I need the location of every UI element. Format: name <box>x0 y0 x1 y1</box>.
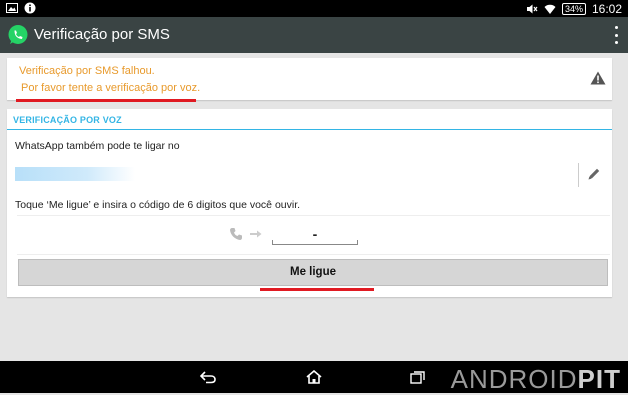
highlight-underline <box>16 99 196 102</box>
image-icon <box>6 3 18 13</box>
action-bar: Verificação por SMS <box>0 17 628 53</box>
code-entry-area: - <box>17 215 610 255</box>
recent-apps-icon[interactable] <box>410 370 426 384</box>
warning-line-1: Verificação por SMS falhou. <box>19 65 155 77</box>
whatsapp-icon <box>8 25 28 44</box>
watermark-part-1: ANDROID <box>450 364 578 394</box>
pencil-icon[interactable] <box>587 167 601 181</box>
intro-text: WhatsApp também pode te ligar no <box>15 140 180 152</box>
back-icon[interactable] <box>200 370 216 384</box>
info-icon <box>24 2 36 14</box>
call-me-button[interactable]: Me ligue <box>18 259 608 286</box>
button-highlight-underline <box>260 288 374 291</box>
status-bar: 34% 16:02 <box>0 0 628 17</box>
section-title: VERIFICAÇÃO POR VOZ <box>13 115 122 125</box>
arrow-right-icon <box>250 230 262 238</box>
voice-verification-card: VERIFICAÇÃO POR VOZ WhatsApp também pode… <box>7 109 612 297</box>
watermark: ANDROIDPIT <box>451 364 621 395</box>
overflow-menu-icon[interactable] <box>614 26 618 44</box>
warning-icon <box>590 71 606 85</box>
home-icon[interactable] <box>306 370 322 384</box>
mute-icon <box>526 4 538 13</box>
phone-number-field <box>15 167 135 181</box>
warning-line-2: Por favor tente a verificação por voz. <box>21 82 201 94</box>
navigation-bar: ANDROIDPIT <box>0 361 628 395</box>
sms-failed-banner: Verificação por SMS falhou. Por favor te… <box>7 58 612 100</box>
instructions-text: Toque ‘Me ligue’ e insira o código de 6 … <box>15 199 301 211</box>
battery-indicator: 34% <box>561 2 586 15</box>
watermark-part-2: PIT <box>577 364 621 394</box>
section-divider <box>7 129 612 130</box>
clock: 16:02 <box>591 1 622 16</box>
page-title: Verificação por SMS <box>34 26 170 43</box>
phone-icon <box>230 228 242 240</box>
verification-code-input[interactable]: - <box>272 224 358 245</box>
field-divider <box>578 163 579 187</box>
wifi-icon <box>544 4 556 14</box>
